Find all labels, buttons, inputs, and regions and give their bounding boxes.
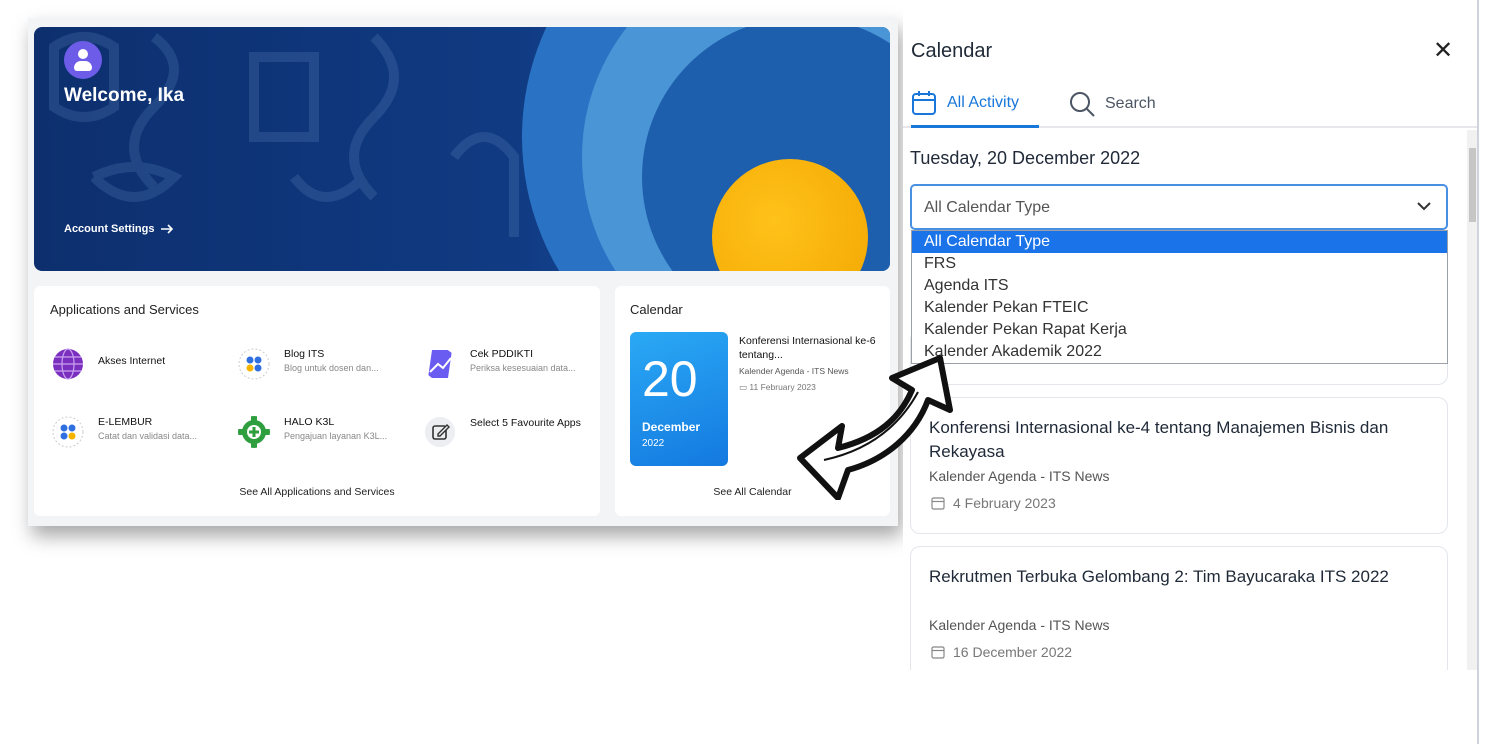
calendar-icon [931, 646, 945, 659]
option-frs[interactable]: FRS [912, 253, 1447, 275]
dots-grid-icon [52, 416, 84, 448]
date-heading: Tuesday, 20 December 2022 [910, 148, 1141, 168]
app-name: Akses Internet [98, 355, 166, 367]
panel-tabs: All Activity Search [903, 80, 1477, 128]
dots-grid-icon [238, 348, 270, 380]
option-kalender-pekan-rapat-kerja[interactable]: Kalender Pekan Rapat Kerja [912, 319, 1447, 341]
dashboard-screenshot: Welcome, Ika Account Settings Applicatio… [28, 18, 898, 526]
account-settings-link[interactable]: Account Settings [64, 223, 174, 235]
tab-label: Search [1105, 95, 1156, 112]
app-halo-k3l[interactable]: HALO K3L Pengajuan layanan K3L... [238, 414, 418, 454]
panel-title: Calendar [911, 40, 993, 62]
gear-plus-icon [238, 416, 270, 448]
app-name: Blog ITS [284, 348, 325, 360]
option-agenda-its[interactable]: Agenda ITS [912, 275, 1447, 297]
event-card[interactable]: Konferensi Internasional ke-4 tentang Ma… [910, 397, 1448, 534]
pointer-arrow-icon [797, 355, 953, 500]
date-year: 2022 [642, 438, 665, 449]
chart-badge-icon [428, 350, 452, 378]
calendar-card-title: Calendar [630, 302, 683, 317]
app-desc: Pengajuan layanan K3L... [284, 431, 388, 441]
app-name: Select 5 Favourite Apps [470, 417, 581, 429]
scrollbar-thumb[interactable] [1469, 148, 1476, 222]
calendar-panel: Calendar ✕ All Activity Search Tuesday, … [903, 0, 1477, 670]
close-button[interactable]: ✕ [1433, 36, 1453, 65]
app-blog-its[interactable]: Blog ITS Blog untuk dosen dan... [238, 346, 418, 386]
event-date-text: 4 February 2023 [953, 495, 1056, 511]
event-title: Rekrutmen Terbuka Gelombang 2: Tim Bayuc… [929, 567, 1389, 586]
app-name: Cek PDDIKTI [470, 348, 534, 360]
account-settings-label: Account Settings [64, 223, 155, 235]
event-source: Kalender Agenda - ITS News [929, 617, 1110, 633]
app-name: E-LEMBUR [98, 416, 153, 428]
calendar-small-icon: ▭ [739, 382, 750, 392]
calendar-type-options: All Calendar Type FRS Agenda ITS Kalende… [911, 230, 1448, 364]
option-kalender-akademik-2022[interactable]: Kalender Akademik 2022 [912, 341, 1447, 363]
date-month: December [642, 420, 701, 434]
event-card[interactable]: Rekrutmen Terbuka Gelombang 2: Tim Bayuc… [910, 546, 1448, 670]
see-all-applications-link[interactable]: See All Applications and Services [34, 486, 600, 498]
search-icon [1070, 92, 1095, 117]
event-title: Konferensi Internasional ke-4 tentang Ma… [929, 418, 1389, 461]
welcome-text: Welcome, Ika [64, 85, 185, 106]
chevron-down-icon [1417, 202, 1431, 211]
edit-icon [425, 417, 455, 447]
scrollbar[interactable] [1467, 130, 1477, 670]
app-akses-internet[interactable]: Akses Internet [52, 346, 232, 386]
calendar-icon [912, 90, 936, 115]
tab-all-activity[interactable]: All Activity [911, 80, 1039, 128]
app-select-favourite[interactable]: Select 5 Favourite Apps [424, 414, 604, 454]
arrow-right-icon [161, 224, 174, 234]
applications-title: Applications and Services [50, 302, 199, 317]
app-cek-pddikti[interactable]: Cek PDDIKTI Periksa kesesuaian data... [424, 346, 604, 386]
event-date-text: 16 December 2022 [953, 644, 1073, 660]
app-desc: Catat dan validasi data... [98, 431, 198, 441]
tab-search[interactable]: Search [1069, 80, 1156, 128]
date-day: 20 [642, 351, 698, 407]
avatar[interactable] [64, 41, 102, 79]
select-value: All Calendar Type [924, 199, 1050, 216]
applications-card: Applications and Services Akses Internet… [34, 286, 600, 516]
welcome-banner: Welcome, Ika Account Settings [34, 27, 890, 271]
option-kalender-pekan-fteic[interactable]: Kalender Pekan FTEIC [912, 297, 1447, 319]
app-e-lembur[interactable]: E-LEMBUR Catat dan validasi data... [52, 414, 232, 454]
event-date: 16 December 2022 [931, 644, 1072, 660]
app-desc: Periksa kesesuaian data... [470, 363, 576, 373]
app-name: HALO K3L [284, 416, 335, 428]
option-all-calendar-type[interactable]: All Calendar Type [912, 231, 1447, 253]
date-tile: 20 December 2022 [630, 332, 728, 466]
calendar-type-select[interactable]: All Calendar Type [910, 184, 1448, 230]
tab-label: All Activity [947, 93, 1020, 111]
app-desc: Blog untuk dosen dan... [284, 363, 379, 373]
window-edge [1477, 0, 1479, 744]
globe-icon [53, 348, 83, 380]
